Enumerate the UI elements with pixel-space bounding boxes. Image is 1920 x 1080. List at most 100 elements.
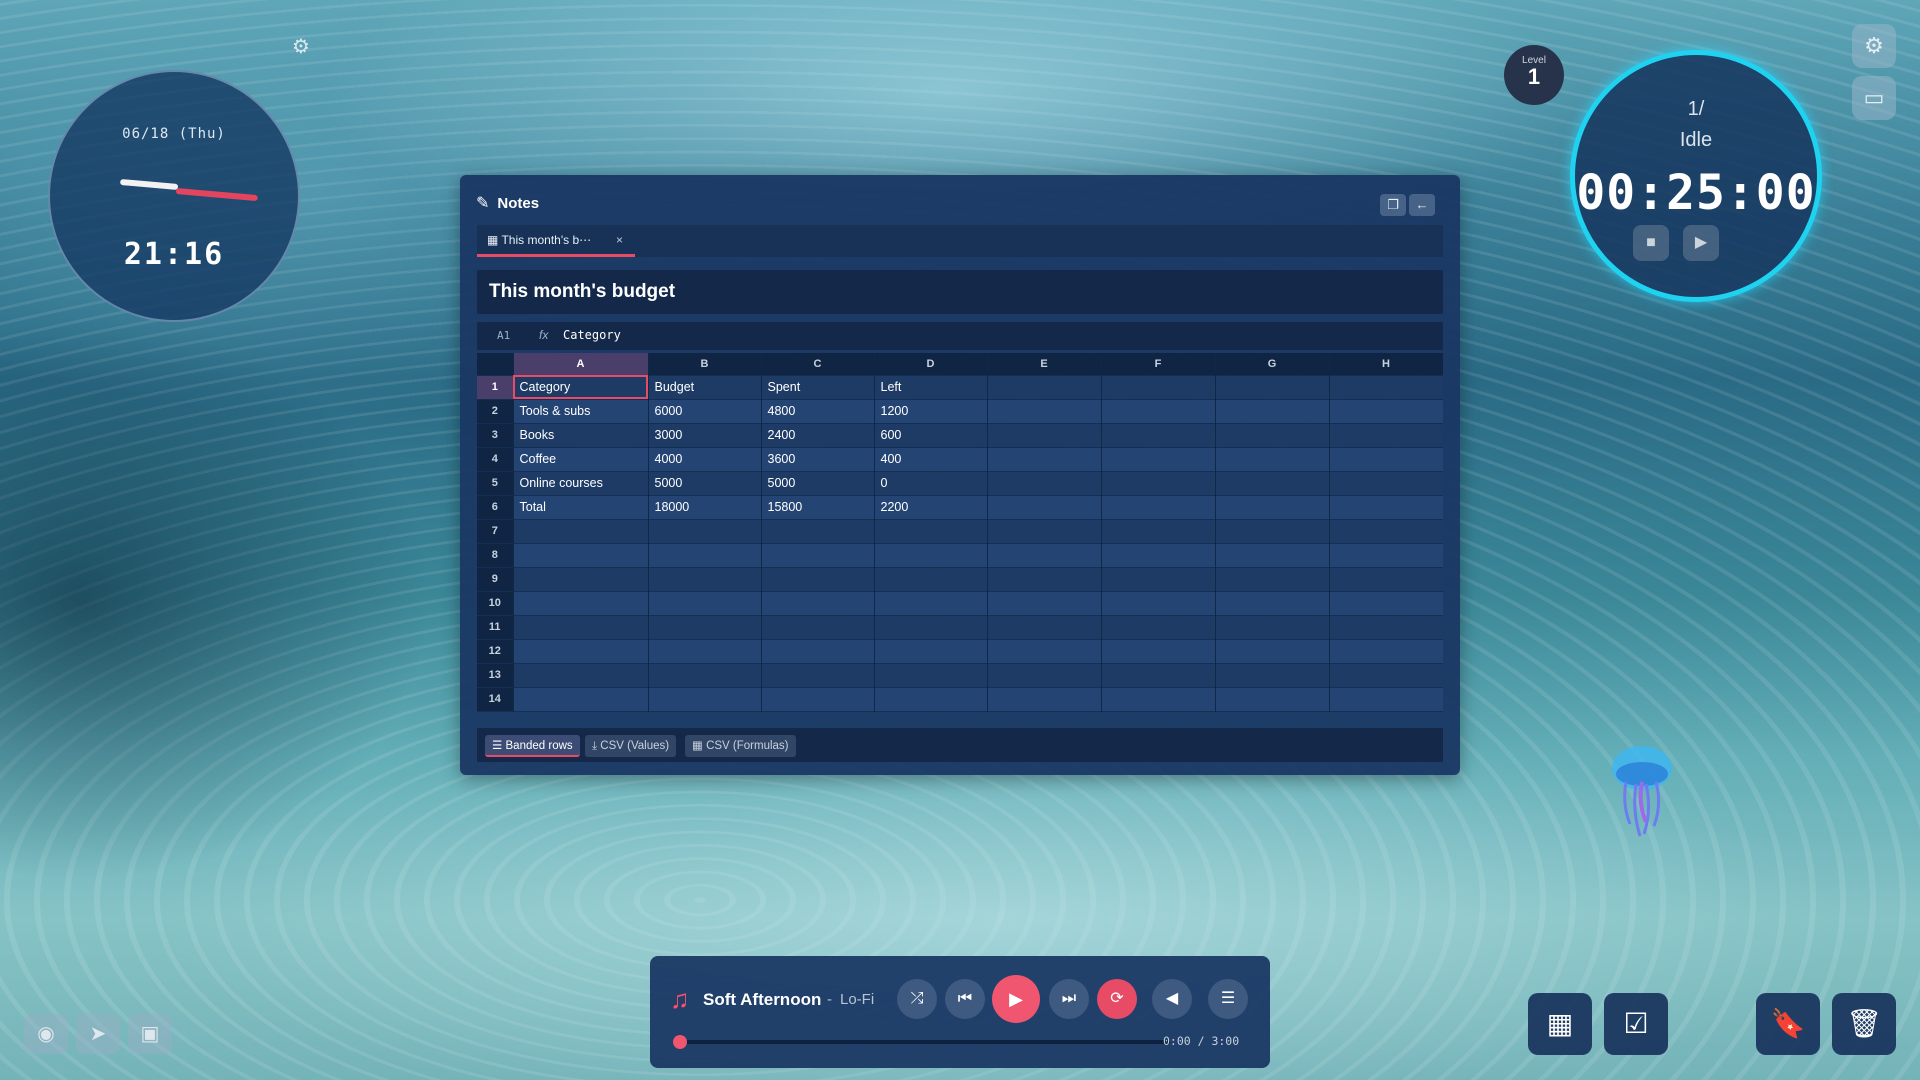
table-cell[interactable]	[1101, 495, 1216, 520]
table-cell[interactable]	[874, 663, 988, 688]
table-cell[interactable]	[648, 663, 762, 688]
calendar-button[interactable]: ▦	[1528, 993, 1592, 1055]
table-cell[interactable]	[987, 639, 1102, 664]
table-cell[interactable]: 400	[874, 447, 988, 472]
settings-button[interactable]: ⚙	[1852, 24, 1896, 68]
table-cell[interactable]	[987, 495, 1102, 520]
table-cell[interactable]: 18000	[648, 495, 762, 520]
table-cell[interactable]	[987, 543, 1102, 568]
table-cell[interactable]: Spent	[761, 375, 875, 400]
table-cell[interactable]: Online courses	[513, 471, 649, 496]
column-header[interactable]: F	[1101, 353, 1216, 376]
row-header[interactable]: 4	[477, 447, 514, 472]
row-header[interactable]: 12	[477, 639, 514, 664]
table-cell[interactable]	[1101, 447, 1216, 472]
table-cell[interactable]	[1215, 495, 1330, 520]
table-cell[interactable]	[1329, 447, 1443, 472]
timer-start-button[interactable]: ▶	[1683, 225, 1719, 261]
row-header[interactable]: 11	[477, 615, 514, 640]
table-cell[interactable]	[1215, 687, 1330, 712]
table-cell[interactable]	[874, 567, 988, 592]
column-header[interactable]: H	[1329, 353, 1443, 376]
table-cell[interactable]	[1101, 663, 1216, 688]
timer-stop-button[interactable]: ■	[1633, 225, 1669, 261]
table-cell[interactable]	[1215, 375, 1330, 400]
table-cell[interactable]	[1215, 399, 1330, 424]
row-header[interactable]: 2	[477, 399, 514, 424]
fish-button[interactable]: ➤	[76, 1014, 120, 1054]
export-csv-formulas-button[interactable]: ▦ CSV (Formulas)	[685, 735, 796, 757]
table-cell[interactable]	[761, 615, 875, 640]
progress-knob[interactable]	[673, 1035, 687, 1049]
table-cell[interactable]: Total	[513, 495, 649, 520]
table-cell[interactable]	[987, 399, 1102, 424]
previous-button[interactable]: ⏮	[945, 979, 985, 1019]
table-cell[interactable]	[1101, 639, 1216, 664]
table-cell[interactable]	[1215, 615, 1330, 640]
table-cell[interactable]: 15800	[761, 495, 875, 520]
table-cell[interactable]	[761, 567, 875, 592]
table-cell[interactable]	[648, 615, 762, 640]
table-cell[interactable]	[513, 687, 649, 712]
row-header[interactable]: 1	[477, 375, 514, 400]
table-cell[interactable]: 4000	[648, 447, 762, 472]
table-cell[interactable]	[987, 519, 1102, 544]
table-cell[interactable]	[513, 663, 649, 688]
table-cell[interactable]: Books	[513, 423, 649, 448]
volume-button[interactable]: ◀	[1152, 979, 1192, 1019]
table-cell[interactable]	[987, 591, 1102, 616]
table-cell[interactable]	[1101, 399, 1216, 424]
table-cell[interactable]	[513, 639, 649, 664]
table-cell[interactable]	[874, 591, 988, 616]
table-cell[interactable]	[1329, 519, 1443, 544]
table-cell[interactable]	[874, 519, 988, 544]
table-cell[interactable]	[1329, 615, 1443, 640]
row-header[interactable]: 10	[477, 591, 514, 616]
table-cell[interactable]	[761, 519, 875, 544]
table-cell[interactable]	[1329, 543, 1443, 568]
table-cell[interactable]	[761, 591, 875, 616]
table-cell[interactable]: 2400	[761, 423, 875, 448]
row-header[interactable]: 14	[477, 687, 514, 712]
table-cell[interactable]	[1329, 375, 1443, 400]
table-cell[interactable]	[1101, 567, 1216, 592]
table-cell[interactable]: 3000	[648, 423, 762, 448]
table-cell[interactable]	[761, 543, 875, 568]
table-cell[interactable]	[648, 591, 762, 616]
play-button[interactable]: ▶	[992, 975, 1040, 1023]
row-header[interactable]: 6	[477, 495, 514, 520]
column-header[interactable]: C	[761, 353, 875, 376]
table-cell[interactable]	[1101, 615, 1216, 640]
copy-button[interactable]: ❐	[1380, 194, 1406, 216]
column-header[interactable]: A	[513, 353, 649, 376]
table-cell[interactable]	[1329, 567, 1443, 592]
bookmark-button[interactable]: 🔖	[1756, 993, 1820, 1055]
table-cell[interactable]: 1200	[874, 399, 988, 424]
table-cell[interactable]: 5000	[761, 471, 875, 496]
table-cell[interactable]	[1101, 375, 1216, 400]
table-cell[interactable]: 5000	[648, 471, 762, 496]
table-cell[interactable]	[1329, 591, 1443, 616]
table-cell[interactable]	[987, 615, 1102, 640]
table-cell[interactable]	[987, 423, 1102, 448]
column-header[interactable]: D	[874, 353, 988, 376]
table-cell[interactable]	[1215, 591, 1330, 616]
table-cell[interactable]	[761, 663, 875, 688]
table-cell[interactable]	[1101, 591, 1216, 616]
table-cell[interactable]	[513, 519, 649, 544]
table-cell[interactable]	[1329, 399, 1443, 424]
document-title[interactable]: This month's budget	[489, 281, 675, 303]
column-header[interactable]: B	[648, 353, 762, 376]
table-cell[interactable]: 600	[874, 423, 988, 448]
playlist-button[interactable]: ☰	[1208, 979, 1248, 1019]
column-header[interactable]: G	[1215, 353, 1330, 376]
table-cell[interactable]	[874, 543, 988, 568]
table-cell[interactable]	[987, 447, 1102, 472]
row-header[interactable]: 3	[477, 423, 514, 448]
table-cell[interactable]	[648, 639, 762, 664]
table-cell[interactable]	[1329, 471, 1443, 496]
table-cell[interactable]	[1215, 543, 1330, 568]
banded-rows-toggle[interactable]: ☰ Banded rows	[485, 735, 580, 757]
table-cell[interactable]	[1215, 519, 1330, 544]
table-cell[interactable]	[761, 687, 875, 712]
